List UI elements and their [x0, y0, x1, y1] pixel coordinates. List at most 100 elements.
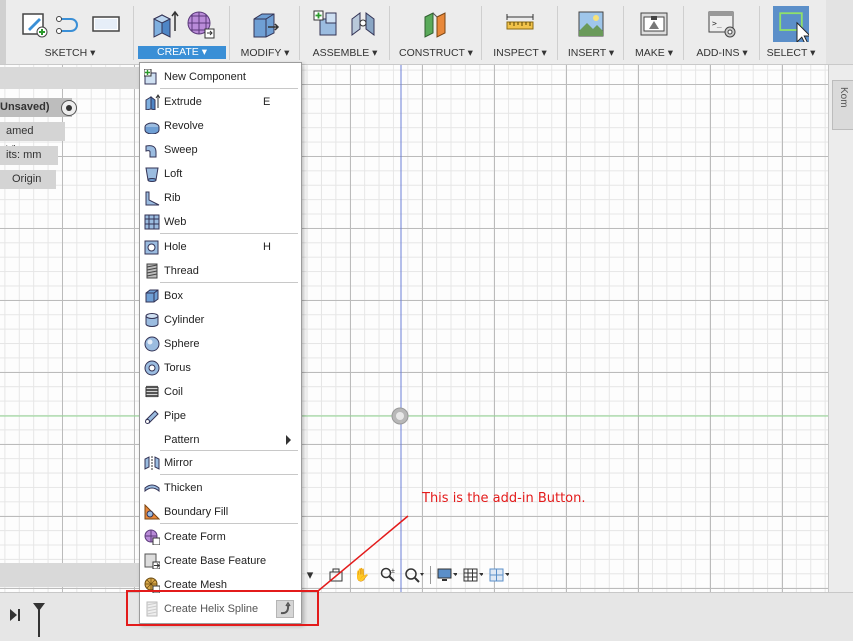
select-icon[interactable] — [773, 6, 809, 42]
extrude-tool-icon[interactable] — [149, 9, 179, 39]
toolbar-group-sketch[interactable]: SKETCH ▾ — [8, 0, 132, 64]
coil-icon — [145, 385, 159, 398]
main-toolbar: SKETCH ▾ CREATE ▾ MODIFY ▾ ASSEMBLE ▾ CO… — [0, 0, 853, 65]
document-name: Unsaved) — [0, 101, 50, 113]
nav-dropdown-icon[interactable]: ▾ — [300, 566, 320, 584]
assemble-menu-label[interactable]: ASSEMBLE ▾ — [302, 47, 388, 59]
rib-icon — [145, 191, 160, 206]
menu-item-hole[interactable]: Hole H — [140, 235, 301, 259]
joint-icon[interactable] — [348, 9, 378, 39]
menu-item-label: Revolve — [164, 120, 204, 132]
toolbar-separator — [389, 6, 390, 60]
sketch-menu-label[interactable]: SKETCH ▾ — [8, 47, 132, 59]
toolbar-group-modify[interactable]: MODIFY ▾ — [232, 0, 298, 64]
create-dropdown-menu: New Component Extrude E Revolve Sweep Loft Rib… — [139, 62, 302, 624]
menu-item-extrude[interactable]: Extrude E — [140, 90, 301, 114]
scripts-addins-icon[interactable]: >_ — [707, 9, 737, 39]
menu-separator — [160, 474, 298, 475]
modify-menu-label[interactable]: MODIFY ▾ — [232, 47, 298, 59]
menu-item-rib[interactable]: Rib — [140, 186, 301, 210]
menu-item-sphere[interactable]: Sphere — [140, 332, 301, 356]
insert-image-icon[interactable] — [576, 9, 606, 39]
add-ins-menu-label[interactable]: ADD-INS ▾ — [686, 47, 758, 59]
grid-settings-icon[interactable] — [463, 566, 483, 584]
menu-item-label: Box — [164, 290, 183, 302]
menu-separator — [160, 523, 298, 524]
inspect-menu-label[interactable]: INSPECT ▾ — [484, 47, 556, 59]
toolbar-group-select[interactable]: SELECT ▾ — [762, 0, 820, 64]
play-end-icon[interactable] — [10, 609, 20, 621]
sketch-rectangle-icon[interactable] — [91, 9, 121, 39]
timeline-marker-icon[interactable] — [33, 603, 45, 637]
menu-item-coil[interactable]: Coil — [140, 380, 301, 404]
viewports-icon[interactable] — [489, 566, 509, 584]
menu-item-thread[interactable]: Thread — [140, 259, 301, 283]
construct-menu-label[interactable]: CONSTRUCT ▾ — [392, 47, 480, 59]
orbit-icon[interactable] — [326, 566, 346, 584]
toolbar-group-make[interactable]: MAKE ▾ — [626, 0, 682, 64]
menu-item-pipe[interactable]: Pipe — [140, 404, 301, 428]
menu-item-label: New Component — [164, 71, 246, 83]
menu-item-label: Sphere — [164, 338, 200, 350]
create-menu-label[interactable]: CREATE ▾ — [138, 46, 226, 59]
menu-item-boundary-fill[interactable]: Boundary Fill — [140, 500, 301, 524]
design-canvas[interactable] — [0, 64, 828, 592]
menu-item-create-form[interactable]: Create Form — [140, 525, 301, 549]
menu-item-label: Rib — [164, 192, 181, 204]
menu-item-label: Pattern — [164, 434, 200, 446]
press-pull-icon[interactable] — [250, 9, 280, 39]
offset-plane-icon[interactable] — [421, 9, 451, 39]
menu-item-loft[interactable]: Loft — [140, 162, 301, 186]
menu-item-create-base-feature[interactable]: Create Base Feature — [140, 549, 301, 573]
zoom-icon[interactable]: ± — [378, 566, 398, 584]
create-sketch-icon[interactable] — [19, 9, 49, 39]
boundary-fill-icon — [144, 504, 160, 520]
menu-separator — [160, 450, 298, 451]
menu-separator — [160, 88, 298, 89]
browser-origin[interactable]: Origin — [0, 170, 56, 189]
create-form-tool-icon[interactable] — [185, 9, 215, 39]
menu-item-box[interactable]: Box — [140, 284, 301, 308]
3d-print-icon[interactable] — [639, 9, 669, 39]
menu-item-thicken[interactable]: Thicken — [140, 476, 301, 500]
measure-icon[interactable] — [505, 9, 535, 39]
comments-bar — [0, 563, 139, 587]
menu-item-new-component[interactable]: New Component — [140, 65, 301, 89]
right-panel-tab[interactable]: Kom — [832, 80, 853, 130]
menu-item-web[interactable]: Web — [140, 210, 301, 234]
torus-icon — [144, 360, 160, 376]
browser-named-views[interactable]: amed Views — [0, 122, 65, 156]
pan-hand-icon[interactable]: ✋ — [352, 566, 372, 584]
select-menu-label[interactable]: SELECT ▾ — [762, 47, 820, 59]
menu-item-label: Torus — [164, 362, 191, 374]
revolve-icon — [144, 122, 160, 134]
sketch-arc-icon[interactable] — [55, 9, 85, 39]
toolbar-group-add-ins[interactable]: >_ ADD-INS ▾ — [686, 0, 758, 64]
make-menu-label[interactable]: MAKE ▾ — [626, 47, 682, 59]
toolbar-group-insert[interactable]: INSERT ▾ — [560, 0, 622, 64]
display-settings-icon[interactable] — [437, 566, 457, 584]
right-panel-strip — [828, 64, 853, 592]
menu-item-cylinder[interactable]: Cylinder — [140, 308, 301, 332]
annotation-text: This is the add-in Button. — [422, 491, 586, 506]
menu-item-revolve[interactable]: Revolve — [140, 114, 301, 138]
menu-item-mirror[interactable]: Mirror — [140, 451, 301, 475]
toolbar-group-assemble[interactable]: ASSEMBLE ▾ — [302, 0, 388, 64]
active-component-radio-icon[interactable] — [61, 100, 77, 116]
toolbar-group-construct[interactable]: CONSTRUCT ▾ — [392, 0, 480, 64]
insert-menu-label[interactable]: INSERT ▾ — [560, 47, 622, 59]
hole-icon — [144, 240, 159, 255]
toolbar-group-inspect[interactable]: INSPECT ▾ — [484, 0, 556, 64]
browser-units[interactable]: its: mm — [0, 146, 58, 165]
new-component-tool-icon[interactable] — [312, 9, 342, 39]
toolbar-separator — [229, 6, 230, 60]
browser-header — [0, 67, 139, 89]
menu-item-label: Create Form — [164, 531, 226, 543]
menu-item-torus[interactable]: Torus — [140, 356, 301, 380]
menu-item-sweep[interactable]: Sweep — [140, 138, 301, 162]
toolbar-group-create[interactable]: CREATE ▾ — [136, 0, 228, 64]
fit-zoom-icon[interactable] — [404, 566, 424, 584]
right-panel-tab-label: Kom — [838, 87, 849, 108]
menu-item-pattern[interactable]: Pattern — [140, 428, 301, 452]
toolbar-separator — [299, 6, 300, 60]
